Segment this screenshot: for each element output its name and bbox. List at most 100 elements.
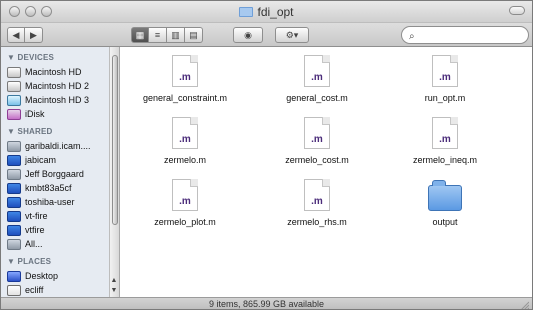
computer-icon: [7, 196, 21, 208]
matlab-file-icon: .m: [304, 117, 330, 149]
search-field[interactable]: ⌕: [401, 26, 529, 44]
sidebar-section-devices[interactable]: ▼ DEVICES: [7, 53, 54, 62]
file-name: zermelo_ineq.m: [412, 155, 478, 165]
back-button[interactable]: ◀: [7, 27, 25, 43]
matlab-file-icon: .m: [304, 179, 330, 211]
computer-icon: [7, 210, 21, 222]
sidebar-item-label: Jeff Borggaard: [25, 169, 84, 179]
file-item[interactable]: .m zermelo_plot.m: [130, 179, 240, 227]
list-view-icon: ≡: [154, 30, 161, 40]
matlab-file-icon: .m: [432, 55, 458, 87]
sidebar-item-label: All...: [25, 239, 43, 249]
folder-item-output[interactable]: output: [390, 179, 500, 227]
chevron-left-icon: ◀: [12, 30, 20, 40]
resize-grip-icon[interactable]: [519, 300, 529, 310]
file-item[interactable]: .m general_cost.m: [262, 55, 372, 103]
file-item[interactable]: .m zermelo_rhs.m: [262, 179, 372, 227]
sidebar-item-macintosh-hd[interactable]: Macintosh HD: [7, 65, 82, 79]
file-item[interactable]: .m zermelo_ineq.m: [390, 117, 500, 165]
folder-icon: [239, 7, 254, 17]
sidebar-item-label: garibaldi.icam....: [25, 141, 91, 151]
matlab-file-icon: .m: [304, 55, 330, 87]
sidebar-item-label: vt-fire: [25, 211, 48, 221]
quick-look-button[interactable]: ◉: [233, 27, 263, 43]
search-icon: ⌕: [409, 31, 415, 42]
eye-icon: ◉: [244, 30, 252, 40]
sidebar-item-label: vtfire: [25, 225, 45, 235]
sidebar-item-macintosh-hd-3[interactable]: Macintosh HD 3: [7, 93, 89, 107]
scroll-up-arrow-icon[interactable]: ▲: [110, 277, 118, 285]
sidebar: ▼ DEVICES Macintosh HD Macintosh HD 2 Ma…: [1, 47, 120, 297]
gear-icon: ⚙▾: [285, 30, 299, 40]
sidebar-item-garibaldi[interactable]: garibaldi.icam....: [7, 139, 91, 153]
column-view-icon: ▥: [171, 30, 180, 40]
file-name: zermelo.m: [163, 155, 206, 165]
icon-view-icon: ▦: [135, 30, 145, 40]
sidebar-item-jabicam[interactable]: jabicam: [7, 153, 56, 167]
sidebar-item-vtfire[interactable]: vtfire: [7, 223, 45, 237]
computer-icon: [7, 224, 21, 236]
computer-icon: [7, 154, 21, 166]
file-name: output: [432, 217, 458, 227]
file-item[interactable]: .m zermelo.m: [130, 117, 240, 165]
matlab-file-icon: .m: [432, 117, 458, 149]
sidebar-item-label: Macintosh HD 2: [25, 81, 90, 91]
sidebar-scrollbar[interactable]: ▲ ▼: [109, 47, 119, 297]
idisk-icon: [7, 108, 21, 120]
sidebar-item-all[interactable]: All...: [7, 237, 43, 251]
sidebar-section-shared[interactable]: ▼ SHARED: [7, 127, 53, 136]
status-text: 9 items, 865.99 GB available: [208, 299, 325, 309]
file-item[interactable]: .m general_constraint.m: [130, 55, 240, 103]
network-icon: [7, 238, 21, 250]
sidebar-item-kmbt83a5cf[interactable]: kmbt83a5cf: [7, 181, 72, 195]
cover-flow-icon: ▤: [189, 30, 198, 40]
forward-button[interactable]: ▶: [25, 27, 43, 43]
sidebar-item-vt-fire[interactable]: vt-fire: [7, 209, 48, 223]
file-name: general_constraint.m: [142, 93, 228, 103]
matlab-file-icon: .m: [172, 179, 198, 211]
matlab-file-icon: .m: [172, 55, 198, 87]
computer-icon: [7, 182, 21, 194]
finder-window: fdi_opt ◀ ▶ ▦ ≡ ▥ ▤ ◉ ⚙▾ ⌕ ▼ DEVICES Mac…: [0, 0, 533, 310]
sidebar-item-desktop[interactable]: Desktop: [7, 269, 58, 283]
action-menu-button[interactable]: ⚙▾: [275, 27, 309, 43]
title-bar: fdi_opt: [1, 1, 532, 23]
toolbar-toggle-button[interactable]: [509, 6, 525, 15]
file-name: zermelo_rhs.m: [287, 217, 347, 227]
server-icon: [7, 140, 21, 152]
sidebar-section-places[interactable]: ▼ PLACES: [7, 257, 51, 266]
sidebar-item-label: kmbt83a5cf: [25, 183, 72, 193]
list-view-button[interactable]: ≡: [149, 27, 167, 43]
sidebar-item-label: Macintosh HD: [25, 67, 82, 77]
sidebar-item-jeff-borggaard[interactable]: Jeff Borggaard: [7, 167, 84, 181]
matlab-file-icon: .m: [172, 117, 198, 149]
sidebar-item-label: Desktop: [25, 271, 59, 281]
window-title: fdi_opt: [1, 5, 532, 19]
icon-view-button[interactable]: ▦: [131, 27, 149, 43]
hard-drive-icon: [7, 94, 21, 106]
scroll-thumb[interactable]: [112, 55, 118, 225]
sidebar-item-ecliff[interactable]: ecliff: [7, 283, 43, 297]
column-view-button[interactable]: ▥: [167, 27, 185, 43]
sidebar-item-label: ecliff: [25, 285, 44, 295]
sidebar-item-label: Macintosh HD 3: [25, 95, 90, 105]
sidebar-item-label: jabicam: [25, 155, 57, 165]
file-item[interactable]: .m zermelo_cost.m: [262, 117, 372, 165]
file-area: .m general_constraint.m .m general_cost.…: [120, 47, 532, 297]
sidebar-item-idisk[interactable]: iDisk: [7, 107, 45, 121]
hard-drive-icon: [7, 80, 21, 92]
desktop-icon: [7, 270, 21, 282]
status-bar: 9 items, 865.99 GB available: [1, 297, 532, 310]
home-icon: [7, 284, 21, 296]
folder-icon: [428, 180, 462, 211]
sidebar-item-toshiba-user[interactable]: toshiba-user: [7, 195, 75, 209]
cover-flow-button[interactable]: ▤: [185, 27, 203, 43]
file-item[interactable]: .m run_opt.m: [390, 55, 500, 103]
scroll-down-arrow-icon[interactable]: ▼: [110, 287, 118, 295]
file-name: zermelo_plot.m: [154, 217, 216, 227]
toolbar: ◀ ▶ ▦ ≡ ▥ ▤ ◉ ⚙▾ ⌕: [1, 23, 532, 47]
chevron-right-icon: ▶: [30, 30, 37, 40]
computer-icon: [7, 168, 21, 180]
sidebar-item-macintosh-hd-2[interactable]: Macintosh HD 2: [7, 79, 89, 93]
sidebar-item-label: iDisk: [25, 109, 45, 119]
